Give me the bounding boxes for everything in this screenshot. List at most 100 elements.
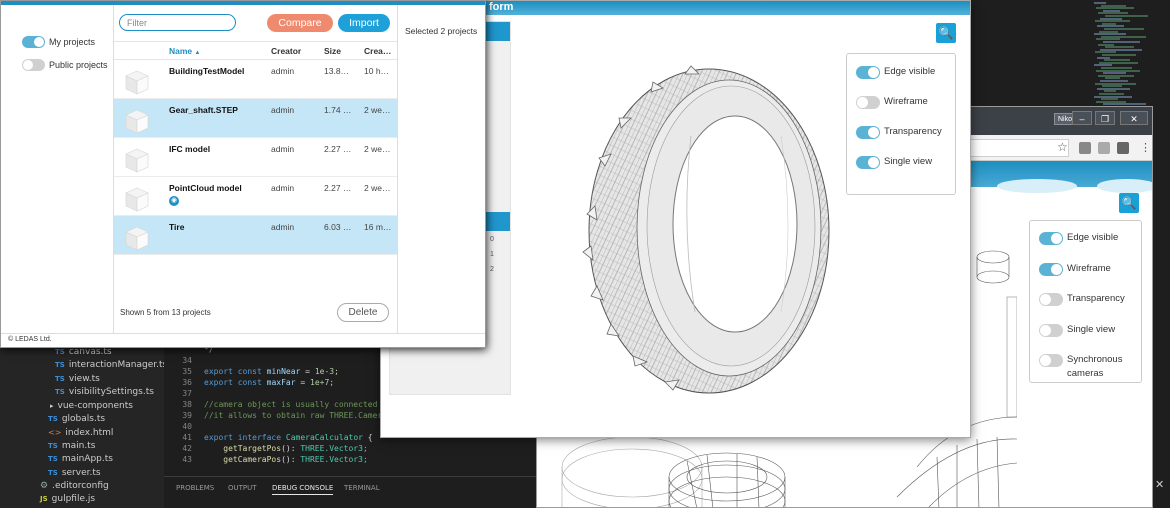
view-option-toggle[interactable]: Synchronous cameras bbox=[1039, 353, 1133, 379]
model-thumbnail-icon bbox=[125, 187, 149, 212]
globe-icon: ◉ bbox=[169, 196, 179, 206]
file-tree-item[interactable]: TS globals.ts bbox=[48, 413, 105, 426]
view-options-panel: Edge visible Wireframe Transparency Single … bbox=[1029, 220, 1142, 383]
project-size: 6.03 … bbox=[324, 222, 352, 232]
file-name: globals.ts bbox=[61, 414, 106, 424]
view-option-toggle[interactable]: Wireframe bbox=[856, 95, 928, 111]
file-tree-item[interactable]: TS mainApp.ts bbox=[48, 453, 113, 466]
toggle-label: Edge visible bbox=[884, 66, 936, 77]
project-creator: admin bbox=[271, 144, 295, 154]
toggle-switch[interactable] bbox=[22, 36, 45, 48]
scrollbar[interactable] bbox=[1152, 0, 1170, 508]
view-option-toggle[interactable]: Single view bbox=[1039, 323, 1115, 339]
panel-tab[interactable]: DEBUG CONSOLE bbox=[272, 484, 334, 495]
toggle-label: Transparency bbox=[1067, 293, 1125, 304]
model-thumbnail-icon bbox=[125, 109, 149, 134]
typescript-file-icon: TS bbox=[55, 361, 65, 370]
file-tree-item[interactable]: ⚙ .editorconfig bbox=[40, 480, 109, 493]
toggle-switch[interactable] bbox=[1039, 293, 1063, 306]
model-thumbnail-icon bbox=[125, 70, 149, 95]
file-tree-item[interactable]: TS main.ts bbox=[48, 440, 95, 453]
my-projects-toggle[interactable]: My projects bbox=[22, 35, 95, 49]
project-row[interactable]: Gear_shaft.STEP admin 1.74 … 2 we… bbox=[114, 99, 397, 138]
toggle-label: Single view bbox=[884, 156, 933, 167]
file-tree-item[interactable]: TS visibilitySettings.ts bbox=[55, 386, 154, 399]
menu-icon[interactable]: ⋮ bbox=[1140, 141, 1151, 154]
code-line: 34 bbox=[182, 356, 192, 365]
panel-tab[interactable]: PROBLEMS bbox=[176, 484, 214, 492]
typescript-file-icon: TS bbox=[48, 468, 58, 477]
view-option-toggle[interactable]: Wireframe bbox=[1039, 262, 1111, 278]
footer: © LEDAS Ltd. bbox=[1, 333, 485, 347]
app-title: form bbox=[489, 1, 514, 13]
project-row[interactable]: PointCloud model admin 2.27 … 2 we… ◉ bbox=[114, 177, 397, 216]
toggle-switch[interactable] bbox=[856, 126, 880, 139]
toggle-label: Public projects bbox=[49, 60, 108, 70]
panel-tab[interactable]: OUTPUT bbox=[228, 484, 257, 492]
project-created: 2 we… bbox=[364, 105, 391, 115]
file-tree-item[interactable]: TS view.ts bbox=[55, 373, 100, 386]
toggle-switch[interactable] bbox=[22, 59, 45, 71]
toggle-switch[interactable] bbox=[856, 96, 880, 109]
search-icon[interactable]: 🔍 bbox=[1119, 193, 1139, 213]
minimize-button[interactable]: – bbox=[1072, 111, 1092, 125]
toggle-switch[interactable] bbox=[1039, 323, 1063, 337]
toggle-switch[interactable] bbox=[856, 156, 880, 169]
typescript-file-icon: TS bbox=[48, 455, 58, 464]
view-options-panel: Edge visible Wireframe Transparency Single … bbox=[846, 53, 956, 195]
close-icon[interactable]: ✕ bbox=[1155, 478, 1164, 491]
project-row[interactable]: IFC model admin 2.27 … 2 we… bbox=[114, 138, 397, 177]
minimap[interactable] bbox=[1090, 0, 1148, 110]
view-option-toggle[interactable]: Transparency bbox=[1039, 292, 1125, 308]
view-option-toggle[interactable]: Edge visible bbox=[1039, 231, 1118, 247]
toggle-label: Single view bbox=[1067, 323, 1116, 335]
extension-icon[interactable] bbox=[1117, 142, 1129, 154]
column-header-creator[interactable]: Creator bbox=[271, 46, 301, 56]
import-button[interactable]: Import bbox=[338, 14, 390, 32]
file-tree-item[interactable]: TS interactionManager.ts bbox=[55, 359, 167, 372]
filter-input[interactable] bbox=[119, 14, 236, 31]
toggle-switch[interactable] bbox=[1039, 262, 1063, 276]
extension-icon[interactable] bbox=[1098, 142, 1110, 154]
view-option-toggle[interactable]: Single view bbox=[856, 155, 932, 171]
file-tree-item[interactable]: ▸ vue-components bbox=[50, 400, 133, 413]
project-creator: admin bbox=[271, 66, 295, 76]
toggle-label: Wireframe bbox=[1067, 262, 1111, 274]
table-header: Name ▲ Creator Size Crea… bbox=[114, 41, 397, 60]
side-panel-value: 2 bbox=[490, 266, 494, 273]
delete-button[interactable]: Delete bbox=[337, 303, 389, 322]
project-creator: admin bbox=[271, 183, 295, 193]
view-option-toggle[interactable]: Edge visible bbox=[856, 65, 935, 81]
panel-tab[interactable]: TERMINAL bbox=[344, 484, 380, 492]
project-size: 2.27 … bbox=[324, 144, 352, 154]
project-row[interactable]: Tire admin 6.03 … 16 m… bbox=[114, 216, 397, 255]
column-header-size[interactable]: Size bbox=[324, 46, 341, 56]
javascript-file-icon: JS bbox=[40, 495, 48, 504]
view-option-toggle[interactable]: Transparency bbox=[856, 125, 942, 141]
maximize-button[interactable]: ❐ bbox=[1095, 111, 1115, 125]
toggle-switch[interactable] bbox=[856, 66, 880, 79]
project-scope-panel: My projects Public projects bbox=[1, 5, 114, 333]
column-header-created[interactable]: Crea… bbox=[364, 46, 391, 56]
file-name: gulpfile.js bbox=[51, 494, 96, 505]
projects-dialog: My projects Public projects Compare Impo… bbox=[0, 0, 486, 348]
project-created: 2 we… bbox=[364, 183, 391, 193]
code-line: 42 getTargetPos(): THREE.Vector3; bbox=[182, 444, 368, 453]
project-row[interactable]: BuildingTestModel admin 13.8… 10 h… bbox=[114, 60, 397, 99]
compare-button[interactable]: Compare bbox=[267, 14, 333, 32]
file-tree-item[interactable]: TS server.ts bbox=[48, 467, 101, 480]
extension-icon[interactable] bbox=[1079, 142, 1091, 154]
star-icon[interactable]: ☆ bbox=[1057, 140, 1068, 154]
code-editor[interactable]: */ 34 35 export const minNear = 1e-3; 36 e… bbox=[164, 340, 382, 476]
column-header-name[interactable]: Name ▲ bbox=[169, 46, 200, 56]
model-thumbnail-icon bbox=[125, 226, 149, 251]
file-tree-item[interactable]: <> index.html bbox=[48, 426, 113, 439]
tire-3d-view[interactable] bbox=[581, 56, 841, 396]
toggle-switch[interactable] bbox=[1039, 354, 1063, 367]
public-projects-toggle[interactable]: Public projects bbox=[22, 58, 108, 72]
toggle-label: Synchronous cameras bbox=[1067, 354, 1123, 379]
close-window-button[interactable]: ✕ bbox=[1120, 111, 1148, 125]
file-tree-item[interactable]: JS gulpfile.js bbox=[40, 493, 95, 506]
search-icon[interactable]: 🔍 bbox=[936, 23, 956, 43]
toggle-switch[interactable] bbox=[1039, 232, 1063, 245]
